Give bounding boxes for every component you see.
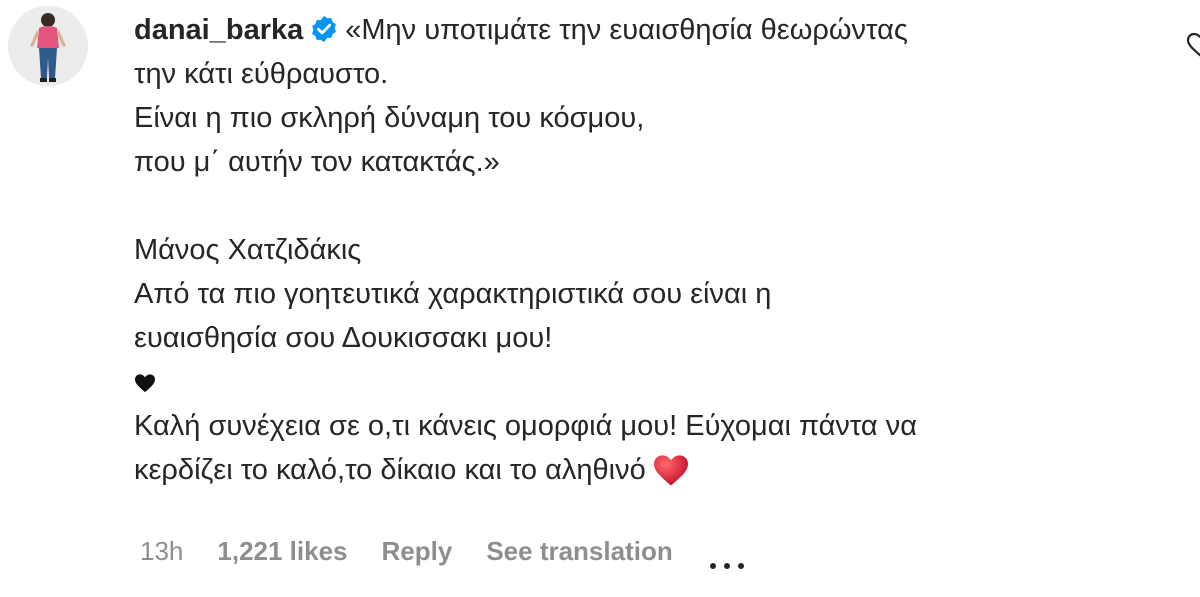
red-heart-icon: [652, 453, 690, 487]
comment-text-line: Καλή συνέχεια σε ο,τι κάνεις ομορφιά μου…: [134, 410, 917, 442]
comment-last-line: κερδίζει το καλό,το δίκαιο και το αληθιν…: [134, 448, 1164, 492]
verified-badge-icon: [309, 13, 339, 43]
like-comment-icon[interactable]: [1186, 32, 1200, 58]
comment-text-line: ευαισθησία σου Δουκισσακι μου!: [134, 322, 553, 354]
comment-text-line: Είναι η πιο σκληρή δύναμη του κόσμου,: [134, 102, 645, 134]
comment-text-line: Από τα πιο γοητευτικά χαρακτηριστικά σου…: [134, 278, 772, 310]
likes-count-button[interactable]: 1,221 likes: [217, 536, 347, 567]
comment-text-line: κερδίζει το καλό,το δίκαιο και το αληθιν…: [134, 454, 646, 486]
comment-meta: 13h 1,221 likes Reply See translation: [140, 536, 747, 569]
black-heart-icon: [134, 362, 156, 393]
comment-text-line: Μάνος Χατζιδάκις: [134, 234, 362, 266]
comment: danai_barka «Μην υποτιμάτε την ευαισθησία…: [0, 0, 1200, 597]
comment-text-line: «Μην υποτιμάτε την ευαισθησία θεωρώντας: [345, 14, 908, 46]
comment-time[interactable]: 13h: [140, 536, 183, 567]
black-heart-line: [134, 360, 1164, 404]
comment-body: danai_barka «Μην υποτιμάτε την ευαισθησία…: [134, 8, 1164, 492]
more-options-icon[interactable]: [707, 547, 747, 569]
comment-text-line: την κάτι εύθραυστο.: [134, 58, 389, 90]
avatar[interactable]: [8, 6, 88, 86]
avatar-image: [8, 6, 88, 86]
comment-text-line: που μ΄ αυτήν τον κατακτάς.»: [134, 146, 500, 178]
see-translation-button[interactable]: See translation: [486, 536, 672, 567]
username[interactable]: danai_barka: [134, 14, 303, 46]
reply-button[interactable]: Reply: [382, 536, 453, 567]
comment-first-line: danai_barka «Μην υποτιμάτε την ευαισθησία…: [134, 8, 1164, 52]
